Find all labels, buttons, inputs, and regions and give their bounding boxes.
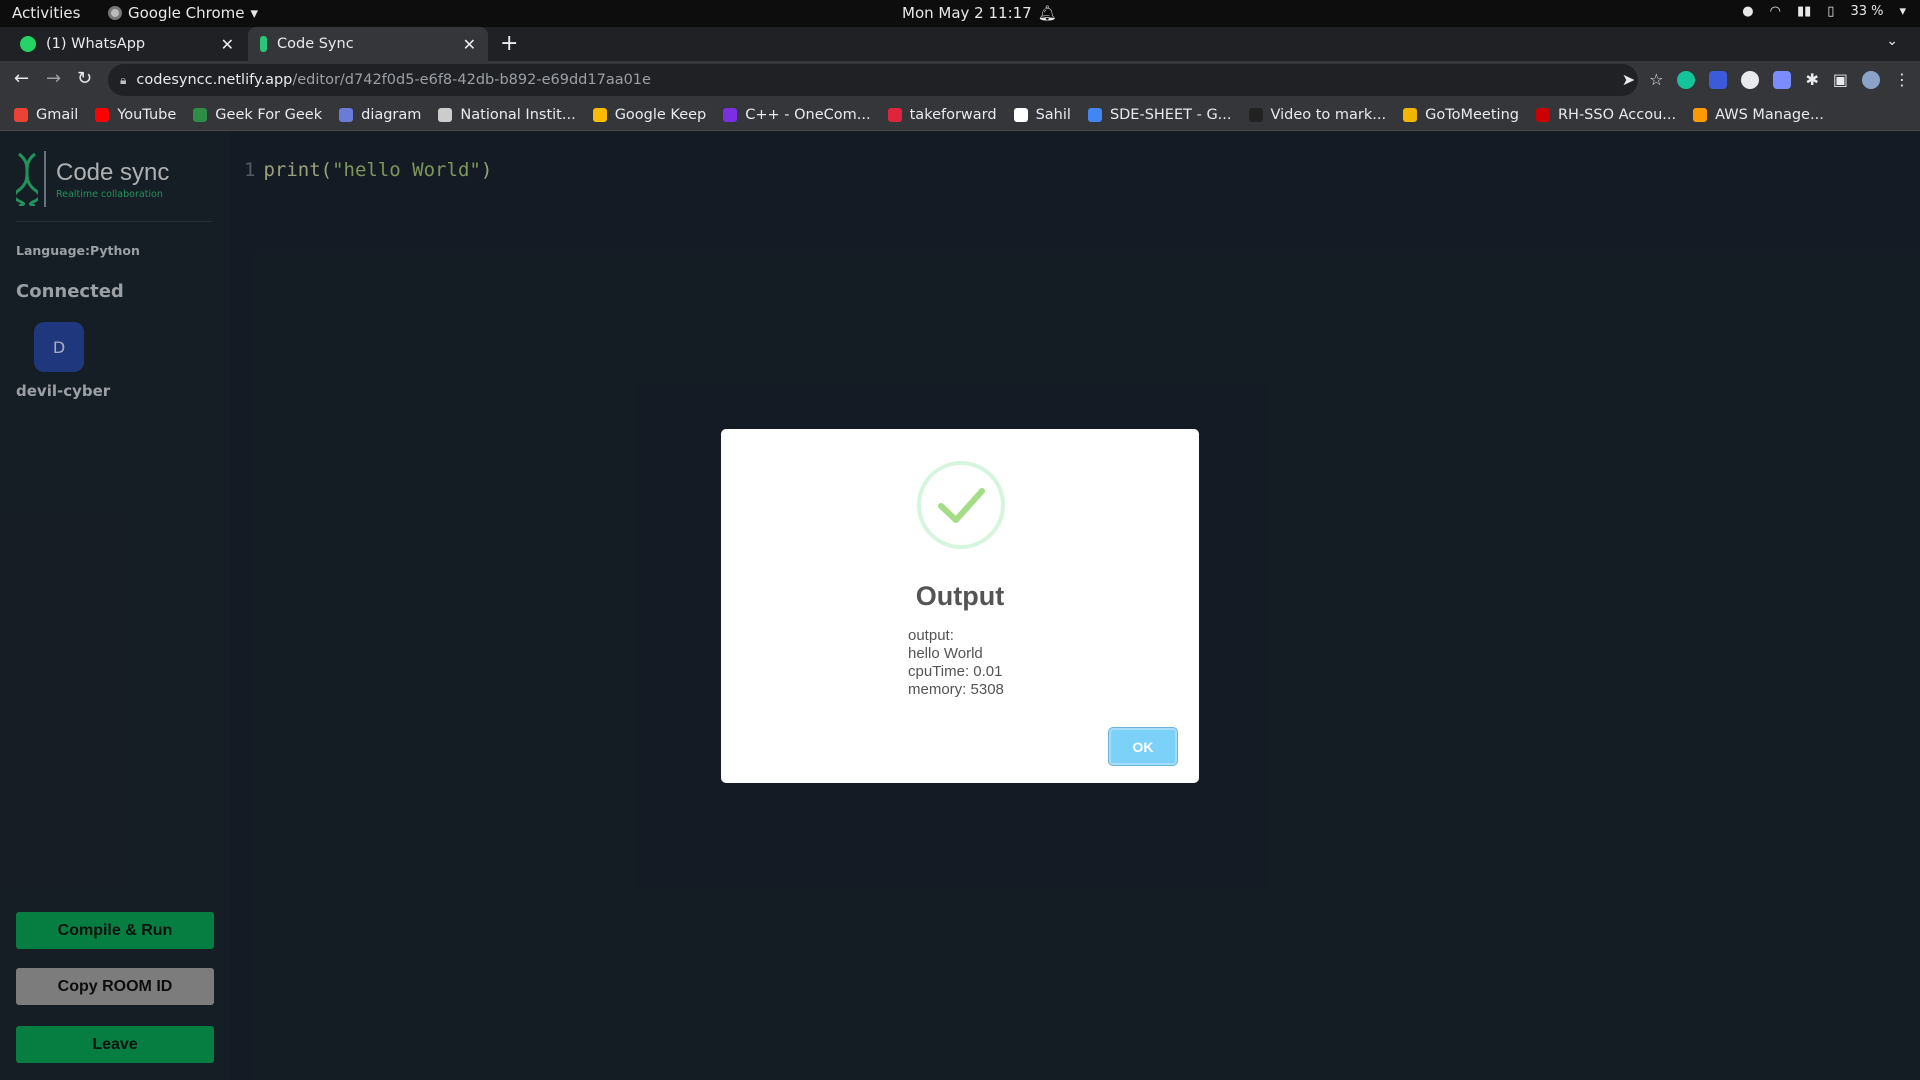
wifi-icon: ◠ [1769, 4, 1781, 19]
extension-icon[interactable] [1709, 70, 1728, 89]
bookmark-label: Video to mark... [1270, 106, 1387, 123]
tab-code-sync[interactable]: Code Sync ✕ [248, 27, 488, 61]
send-icon[interactable]: ➤ [1622, 70, 1635, 89]
puzzle-extensions-icon[interactable]: ✱ [1805, 70, 1818, 89]
lock-icon[interactable]: 🔒︎ [120, 73, 126, 88]
bookmark-item[interactable]: Gmail [14, 107, 78, 123]
bookmark-label: Geek For Geek [215, 106, 323, 123]
bookmark-label: GoToMeeting [1425, 106, 1519, 123]
tab-label: (1) WhatsApp [46, 36, 146, 52]
bookmark-label: RH-SSO Accou... [1557, 106, 1677, 123]
reload-icon[interactable]: ↻ [77, 68, 92, 89]
aws-icon [1693, 107, 1708, 122]
bookmark-item[interactable]: Google Keep [592, 106, 707, 123]
success-check-icon [917, 461, 1005, 549]
google-docs-icon [1087, 107, 1102, 122]
bookmark-item[interactable]: RH-SSO Accou... [1535, 106, 1677, 123]
redhat-icon [1535, 107, 1550, 122]
markdown-icon [1248, 107, 1263, 122]
whatsapp-favicon-icon [20, 36, 36, 52]
bookmark-label: SDE-SHEET - G... [1109, 106, 1232, 123]
bookmark-label: National Instit... [460, 106, 576, 123]
bell-icon: 🔔︎ [1037, 4, 1057, 22]
chrome-icon [108, 6, 122, 20]
dialog-body: output: hello World cpuTime: 0.01 memory… [908, 627, 1004, 699]
gfg-icon [193, 107, 208, 122]
bookmark-label: YouTube [117, 106, 177, 123]
tab-whatsapp[interactable]: (1) WhatsApp ✕ [8, 27, 246, 61]
bookmark-label: C++ - OneCom... [745, 106, 871, 123]
bookmark-label: Gmail [36, 106, 79, 123]
bookmark-item[interactable]: diagram [339, 107, 421, 123]
profile-avatar-icon[interactable] [1862, 70, 1880, 89]
bookmark-label: AWS Manage... [1715, 106, 1824, 123]
bookmark-star-icon[interactable]: ☆ [1649, 70, 1663, 89]
screen-capture-extension-icon[interactable] [1773, 70, 1792, 89]
globe-icon [1013, 107, 1028, 122]
bookmark-item[interactable]: Video to mark... [1248, 106, 1387, 123]
gmail-icon [14, 107, 28, 122]
bookmark-label: diagram [361, 106, 422, 123]
bookmark-label: Google Keep [614, 106, 707, 123]
app-menu[interactable]: Google Chrome ▾ [108, 4, 258, 22]
bookmark-item[interactable]: C++ - OneCom... [723, 106, 871, 123]
tab-label: Code Sync [277, 36, 354, 52]
caret-down-icon: ▾ [1899, 4, 1906, 19]
bookmark-item[interactable]: takeforward [887, 106, 997, 123]
bookmark-item[interactable]: National Instit... [438, 106, 576, 123]
google-keep-icon [592, 107, 607, 122]
output-line: output: [908, 627, 954, 644]
code-sync-favicon-icon [260, 36, 267, 52]
document-icon [438, 107, 453, 122]
close-tab-icon[interactable]: ✕ [463, 35, 476, 54]
night-light-icon: ● [1742, 4, 1754, 19]
side-panel-icon[interactable]: ▣ [1833, 70, 1848, 89]
output-line: memory: 5308 [908, 681, 1004, 698]
battery-label: 33 % [1850, 4, 1884, 19]
battery-icon: ▯ [1827, 4, 1835, 19]
gotomeeting-icon [1403, 107, 1418, 122]
output-dialog: Output output: hello World cpuTime: 0.01… [721, 429, 1199, 783]
url-domain: codesyncc.netlify.app [136, 72, 293, 88]
browser-toolbar: ← → ↻ 🔒︎ codesyncc.netlify.app /editor/d… [0, 61, 1920, 99]
output-line: hello World [908, 645, 983, 662]
diagram-icon [339, 107, 354, 122]
bookmark-item[interactable]: GoToMeeting [1403, 107, 1519, 123]
dialog-title: Output [915, 581, 1005, 611]
volume-icon: ▮▮ [1796, 4, 1812, 19]
caret-down-icon: ▾ [250, 4, 259, 22]
bookmark-item[interactable]: YouTube [95, 107, 176, 123]
close-tab-icon[interactable]: ✕ [221, 35, 234, 54]
system-status-area[interactable]: ● ◠ ▮▮ ▯ 33 % ▾ [1742, 4, 1906, 19]
new-tab-icon[interactable]: + [500, 31, 518, 56]
youtube-icon [95, 107, 110, 122]
tab-strip: (1) WhatsApp ✕ Code Sync ✕ + ⌄ [0, 27, 1920, 61]
bookmark-item[interactable]: Sahil [1013, 106, 1071, 123]
bookmark-item[interactable]: Geek For Geek [193, 107, 322, 123]
address-bar[interactable]: 🔒︎ codesyncc.netlify.app /editor/d742f0d… [108, 64, 1638, 96]
bookmark-label: Sahil [1035, 106, 1071, 123]
bookmark-label: takeforward [909, 106, 997, 123]
grammarly-extension-icon[interactable] [1677, 70, 1696, 89]
kebab-menu-icon[interactable]: ⋮ [1894, 70, 1910, 89]
bookmark-item[interactable]: AWS Manage... [1693, 107, 1824, 123]
takeforward-icon [887, 107, 902, 122]
code-icon [723, 107, 738, 122]
output-line: cpuTime: 0.01 [908, 663, 1003, 680]
toolbar-actions: ➤ ☆ ✱ ▣ ⋮ [1622, 70, 1910, 89]
clock-label: Mon May 2 11:17 [902, 4, 1032, 22]
app-menu-label: Google Chrome [128, 4, 245, 22]
tab-search-icon[interactable]: ⌄ [1886, 33, 1898, 49]
clock[interactable]: Mon May 2 11:17 🔔︎ [902, 4, 1057, 22]
extension-icon[interactable] [1741, 70, 1760, 89]
forward-icon[interactable]: → [46, 68, 61, 89]
ok-button[interactable]: OK [1109, 728, 1177, 765]
url-path: /editor/d742f0d5-e6f8-42db-b892-e69dd17a… [292, 72, 651, 88]
bookmarks-bar: Gmail YouTube Geek For Geek diagram Nati… [0, 99, 1920, 131]
back-icon[interactable]: ← [14, 68, 29, 89]
activities-button[interactable]: Activities [12, 4, 80, 22]
system-top-bar: Activities Google Chrome ▾ Mon May 2 11:… [0, 0, 1920, 27]
bookmark-item[interactable]: SDE-SHEET - G... [1087, 106, 1232, 123]
